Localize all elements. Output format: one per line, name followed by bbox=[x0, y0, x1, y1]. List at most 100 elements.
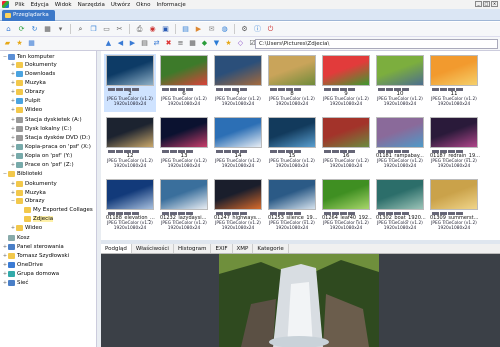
tree-item[interactable]: + Stacja dysków DVD (D:) bbox=[10, 133, 90, 142]
thumbnail-item[interactable]: 01187_redrain_19... JPEG TrueColor (v1.2)… bbox=[428, 116, 480, 174]
tab-xmp[interactable]: XMP bbox=[233, 244, 254, 253]
restore-icon[interactable]: □ bbox=[483, 1, 490, 7]
cut-icon[interactable]: ✂ bbox=[114, 24, 125, 35]
settings-icon[interactable]: ⚙ bbox=[239, 24, 250, 35]
copy-icon[interactable]: ❐ bbox=[88, 24, 99, 35]
tree-item[interactable]: + Panel sterowania bbox=[2, 242, 64, 251]
tree-item[interactable]: + Dokumenty bbox=[10, 179, 57, 188]
thumbnail-item[interactable]: 01181_rampabay... JPEG TrueColor (v1.2) 19… bbox=[374, 116, 426, 174]
tree-item[interactable]: + Wideo bbox=[10, 223, 42, 232]
close-icon[interactable]: × bbox=[491, 1, 498, 7]
tree-item[interactable]: + Dokumenty bbox=[10, 60, 57, 69]
thumbnail-item[interactable]: 01253_silence_19... JPEG TrueColor (v1.2)… bbox=[266, 178, 318, 236]
tree-item[interactable]: + OneDrive bbox=[2, 260, 43, 269]
slideshow-icon[interactable]: ▶ bbox=[193, 24, 204, 35]
thumbnail-item[interactable]: 7 JPEG TrueColor (v1.2) 1920x1080x24 bbox=[212, 54, 264, 112]
exit-icon[interactable]: ⏻ bbox=[265, 24, 276, 35]
thumbnail-resolution: 1920x1080x24 bbox=[221, 164, 255, 169]
home-icon[interactable]: ⌂ bbox=[3, 24, 14, 35]
back-icon[interactable]: ◀ bbox=[116, 39, 125, 48]
tree-item[interactable]: − Obrazy bbox=[10, 196, 45, 205]
tab-wlasciwosci[interactable]: Właściwości bbox=[132, 244, 174, 253]
menu-narzedzia[interactable]: Narzędzia bbox=[75, 2, 108, 8]
categories-icon[interactable]: ▦ bbox=[27, 39, 36, 48]
web-icon[interactable]: ◍ bbox=[219, 24, 230, 35]
refresh-icon[interactable]: ⟳ bbox=[16, 24, 27, 35]
menu-okno[interactable]: Okno bbox=[133, 2, 153, 8]
menu-utworz[interactable]: Utwórz bbox=[108, 2, 133, 8]
camera-icon[interactable]: ◉ bbox=[147, 24, 158, 35]
tree-item[interactable]: + Wideo bbox=[10, 105, 42, 114]
view-icon[interactable]: ▾ bbox=[55, 24, 66, 35]
tree-item[interactable]: + Prace on 'psf' (Z:) bbox=[10, 160, 74, 169]
thumbnail-item[interactable]: 12 JPEG TrueColor (v1.2) 1920x1080x24 bbox=[104, 116, 156, 174]
thumbnail-item[interactable]: 11 JPEG TrueColor (v1.2) 1920x1080x24 bbox=[428, 54, 480, 112]
thumbnail-item[interactable]: 13 JPEG TrueColor (v1.2) 1920x1080x24 bbox=[158, 116, 210, 174]
tab-exif[interactable]: EXIF bbox=[211, 244, 233, 253]
tree-item[interactable]: + Sieć bbox=[2, 278, 28, 287]
tree-item[interactable]: + Tomasz Szydłowski bbox=[2, 251, 69, 260]
thumbnail-item[interactable]: 14 JPEG TrueColor (v1.2) 1920x1080x24 bbox=[212, 116, 264, 174]
tab-podglad[interactable]: Podgląd bbox=[101, 244, 132, 253]
thumbnail-item[interactable]: 01232_lazydaysi... JPEG TrueColor (v1.2) 1… bbox=[158, 178, 210, 236]
tree-item[interactable]: Kosz bbox=[2, 233, 29, 242]
search-icon[interactable]: ⌕ bbox=[75, 24, 86, 35]
tree-item[interactable]: My Exported Collages bbox=[18, 205, 93, 214]
tree-item[interactable]: + Grupa domowa bbox=[2, 269, 59, 278]
up-icon[interactable]: ▲ bbox=[104, 39, 113, 48]
folder-tree-icon[interactable]: ▰ bbox=[3, 39, 12, 48]
view-mode-icon[interactable]: ▦ bbox=[188, 39, 197, 48]
color-label-icon[interactable]: ◇ bbox=[236, 39, 245, 48]
thumbnail-item[interactable]: 8 JPEG TrueColor (v1.2) 1920x1080x24 bbox=[266, 54, 318, 112]
grid-icon[interactable]: ▤ bbox=[180, 24, 191, 35]
tree-item[interactable]: + Kopia-praca on 'psf' (X:) bbox=[10, 142, 91, 151]
tree-item[interactable]: + Pulpit bbox=[10, 96, 40, 105]
menu-widok[interactable]: Widok bbox=[52, 2, 75, 8]
thumbnail-item[interactable]: 6 JPEG TrueColor (v1.2) 1920x1080x24 bbox=[158, 54, 210, 112]
thumbnail-resolution: 1920x1080x24 bbox=[167, 102, 201, 107]
rating-icon[interactable]: ★ bbox=[224, 39, 233, 48]
tree-item[interactable]: + Downloads bbox=[10, 69, 55, 78]
menu-informacje[interactable]: Informacje bbox=[153, 2, 188, 8]
tree-item[interactable]: + Kopia on 'psf' (Y:) bbox=[10, 151, 72, 160]
thumbnail-item[interactable]: 01188_elevation_... JPEG TrueColor (v1.2)… bbox=[104, 178, 156, 236]
thumbnail-resolution: 1920x1080x24 bbox=[113, 102, 147, 107]
menu-edycja[interactable]: Edycja bbox=[28, 2, 52, 8]
minimize-icon[interactable]: _ bbox=[475, 1, 482, 7]
tree-item[interactable]: + Muzyka bbox=[10, 78, 46, 87]
tab-kategorie[interactable]: Kategorie bbox=[253, 244, 289, 253]
tree-item[interactable]: − Biblioteki bbox=[2, 169, 42, 178]
thumbnail-item[interactable]: 9 JPEG TrueColor (v1.2) 1920x1080x24 bbox=[320, 54, 372, 112]
email-icon[interactable]: ✉ bbox=[206, 24, 217, 35]
thumbnail-item[interactable]: 2 JPEG TrueColor (v1.2) 1920x1080x24 bbox=[104, 54, 156, 112]
tree-item[interactable]: + Stacja dyskietek (A:) bbox=[10, 115, 82, 124]
move-icon[interactable]: ⇄ bbox=[152, 39, 161, 48]
thumbnail-item[interactable]: 15 JPEG TrueColor (v1.2) 1920x1080x24 bbox=[266, 116, 318, 174]
thumbnail-item[interactable]: 01247_highways... JPEG TrueColor (v1.2) 19… bbox=[212, 178, 264, 236]
tree-item[interactable]: + Dysk lokalny (C:) bbox=[10, 124, 72, 133]
thumbnail-item[interactable]: 01302_boat_1920... JPEG TrueColor (v1.2) 1… bbox=[374, 178, 426, 236]
tree-item[interactable]: + Obrazy bbox=[10, 87, 45, 96]
delete-icon[interactable]: ✖ bbox=[164, 39, 173, 48]
tab-histogram[interactable]: Histogram bbox=[174, 244, 212, 253]
save-icon[interactable]: ▣ bbox=[160, 24, 171, 35]
browse-icon[interactable]: ▦ bbox=[42, 24, 53, 35]
menu-plik[interactable]: Plik bbox=[12, 2, 28, 8]
scan-icon[interactable]: ▭ bbox=[101, 24, 112, 35]
print-icon[interactable]: ⎙ bbox=[134, 24, 145, 35]
favorites-icon[interactable]: ★ bbox=[15, 39, 24, 48]
filter-icon[interactable]: ▼ bbox=[212, 39, 221, 48]
address-field[interactable]: C:\Users\Pictures\Zdjecia\ bbox=[255, 39, 498, 49]
tag-icon[interactable]: ◆ bbox=[200, 39, 209, 48]
sort-icon[interactable]: ≡ bbox=[176, 39, 185, 48]
thumbnail-item[interactable]: 01264_leaf40_192... JPEG TrueColor (v1.2)… bbox=[320, 178, 372, 236]
forward-icon[interactable]: ▶ bbox=[128, 39, 137, 48]
info-icon[interactable]: ⓘ bbox=[252, 24, 263, 35]
tab-przegladarka[interactable]: Przeglądarka bbox=[2, 10, 55, 21]
tree-item[interactable]: Zdjecia bbox=[18, 214, 54, 223]
thumbnails-icon[interactable]: ▤ bbox=[140, 39, 149, 48]
rotate-icon[interactable]: ↻ bbox=[29, 24, 40, 35]
thumbnail-item[interactable]: 16 JPEG TrueColor (v1.2) 1920x1080x24 bbox=[320, 116, 372, 174]
thumbnail-item[interactable]: 10 JPEG TrueColor (v1.2) 1920x1080x24 bbox=[374, 54, 426, 112]
thumbnail-item[interactable]: 01309_summerst... JPEG TrueColor (v1.2) 19… bbox=[428, 178, 480, 236]
